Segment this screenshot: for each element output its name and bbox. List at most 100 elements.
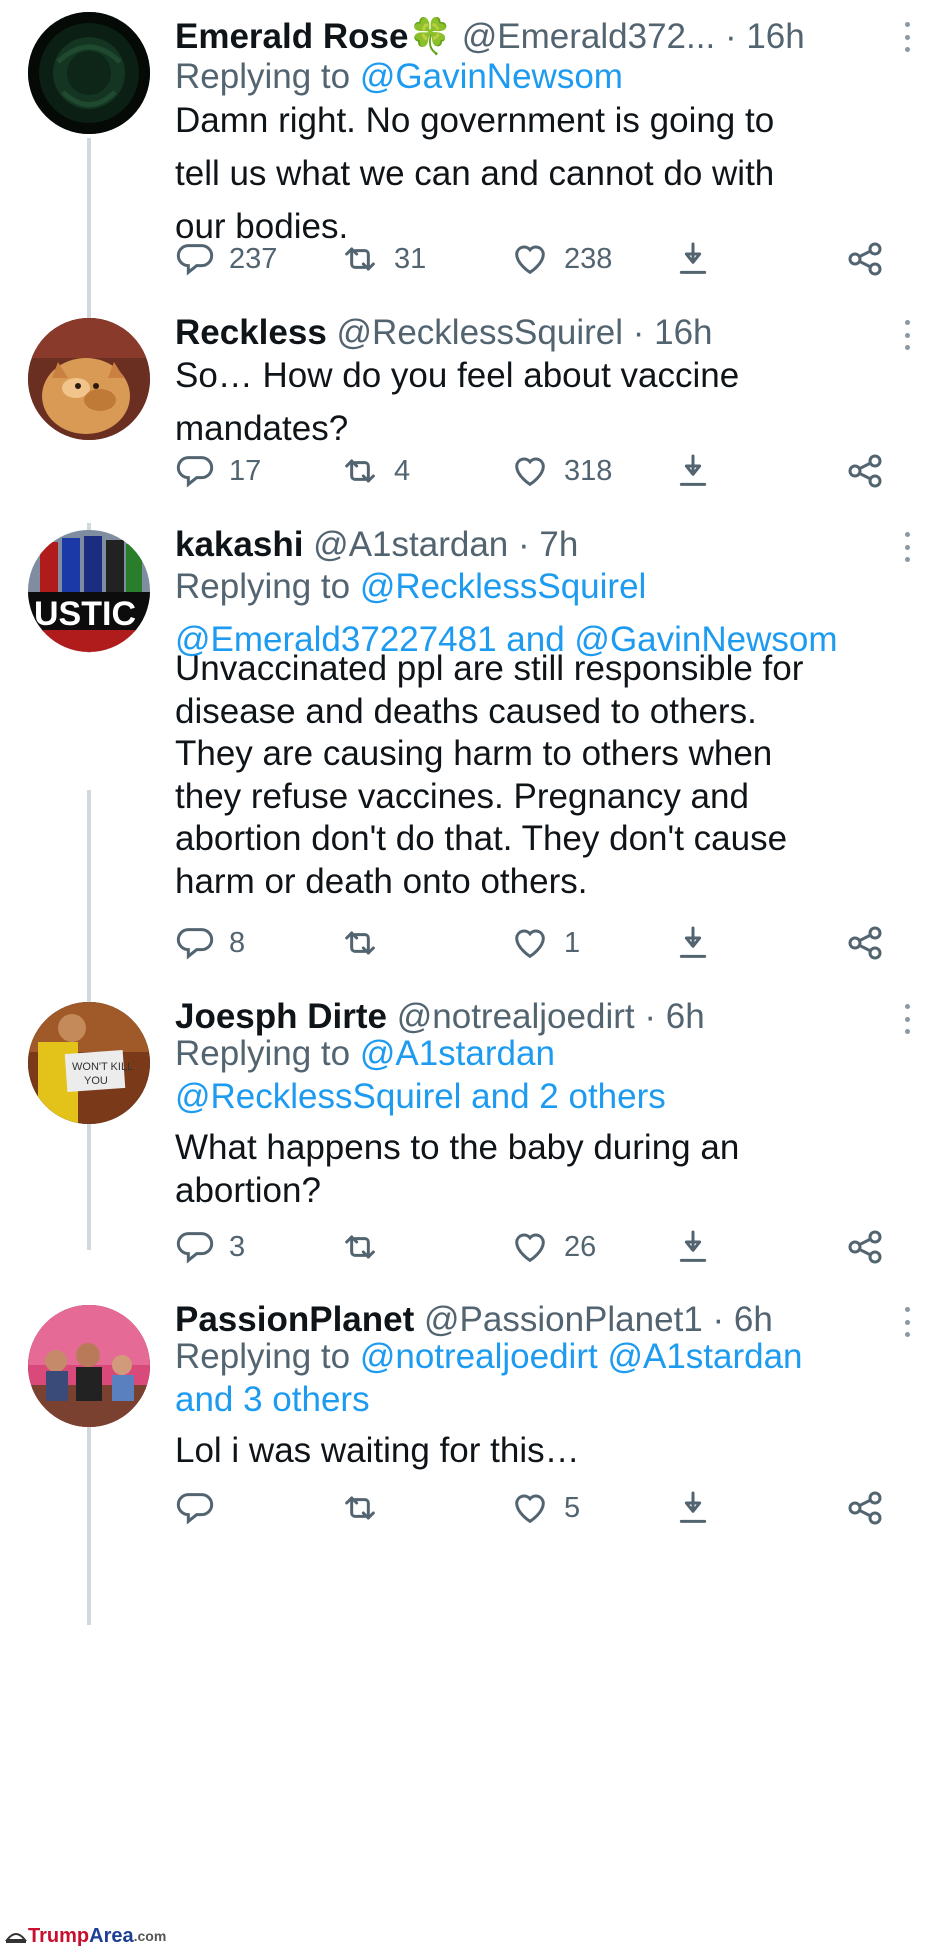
like-count: 238 xyxy=(564,242,613,275)
download-icon xyxy=(673,1227,727,1267)
share-icon xyxy=(845,1227,899,1267)
mention-link[interactable]: @GavinNewsom xyxy=(360,57,623,96)
display-name[interactable]: PassionPlanet xyxy=(175,1300,414,1339)
display-name[interactable]: Reckless xyxy=(175,313,327,352)
like-count: 5 xyxy=(564,1491,581,1524)
more-options-icon[interactable] xyxy=(902,1004,912,1034)
separator-dot: · xyxy=(518,525,530,564)
replying-to-label: Replying to xyxy=(175,1337,351,1376)
retweet-button[interactable]: 4 xyxy=(340,446,410,496)
reply-count: 237 xyxy=(229,242,278,275)
retweet-button[interactable]: 31 xyxy=(340,234,426,284)
timestamp[interactable]: 6h xyxy=(666,997,705,1036)
reply-button[interactable]: 8 xyxy=(175,918,245,968)
separator-dot: · xyxy=(644,997,656,1036)
retweet-button[interactable] xyxy=(340,1222,394,1272)
like-button[interactable]: 26 xyxy=(510,1222,596,1272)
like-button[interactable]: 318 xyxy=(510,446,612,496)
mention-link[interactable]: @A1stardan xyxy=(360,1034,555,1073)
like-button[interactable]: 5 xyxy=(510,1483,580,1533)
download-button[interactable] xyxy=(673,918,727,968)
replying-to: Replying to @notrealjoedirt @A1stardan a… xyxy=(175,1335,915,1421)
share-button[interactable] xyxy=(845,1483,899,1533)
tweet-text-line: So… How do you feel about vaccine xyxy=(175,356,740,395)
avatar[interactable]: USTIC xyxy=(28,530,150,652)
like-count: 318 xyxy=(564,454,613,487)
mention-link[interactable]: @RecklessSquirel xyxy=(360,567,646,606)
retweet-button[interactable] xyxy=(340,1483,394,1533)
replying-to: Replying to @A1stardan @RecklessSquirel … xyxy=(175,1032,915,1118)
more-options-icon[interactable] xyxy=(902,532,912,562)
retweet-icon xyxy=(340,1488,394,1528)
tweet-text-line: Unvaccinated ppl are still responsible f… xyxy=(175,649,804,688)
logo-text-2: Area xyxy=(89,1924,134,1947)
avatar[interactable] xyxy=(28,12,150,134)
reply-button[interactable]: 17 xyxy=(175,446,261,496)
share-button[interactable] xyxy=(845,234,899,284)
retweet-icon xyxy=(340,1227,394,1267)
avatar[interactable]: WON'T KILL YOU xyxy=(28,1002,150,1124)
svg-text:WON'T KILL: WON'T KILL xyxy=(72,1061,133,1073)
retweet-count: 31 xyxy=(394,242,427,275)
display-name[interactable]: Joesph Dirte xyxy=(175,997,387,1036)
retweet-button[interactable] xyxy=(340,918,394,968)
timestamp[interactable]: 6h xyxy=(734,1300,773,1339)
timestamp[interactable]: 7h xyxy=(539,525,578,564)
share-icon xyxy=(845,1488,899,1528)
mention-link[interactable]: @notrealjoedirt @A1stardan xyxy=(360,1337,803,1376)
user-handle[interactable]: @notrealjoedirt xyxy=(397,997,635,1036)
reply-button[interactable] xyxy=(175,1483,229,1533)
avatar[interactable] xyxy=(28,318,150,440)
like-button[interactable]: 238 xyxy=(510,234,612,284)
download-button[interactable] xyxy=(673,1222,727,1272)
reply-icon xyxy=(175,239,229,279)
download-icon xyxy=(673,239,727,279)
share-button[interactable] xyxy=(845,446,899,496)
more-options-icon[interactable] xyxy=(902,1307,912,1337)
avatar[interactable] xyxy=(28,1305,150,1427)
reply-count: 3 xyxy=(229,1230,246,1263)
tweet-text-line: Lol i was waiting for this… xyxy=(175,1431,580,1470)
reply-icon xyxy=(175,1488,229,1528)
separator-dot: · xyxy=(712,1300,725,1339)
tweet-text-line: they refuse vaccines. Pregnancy and xyxy=(175,776,749,816)
replying-to-label: Replying to xyxy=(175,567,351,606)
mention-link[interactable]: @RecklessSquirel and 2 others xyxy=(175,1075,915,1118)
logo-text-1: Trump xyxy=(28,1924,90,1947)
like-button[interactable]: 1 xyxy=(510,918,580,968)
download-button[interactable] xyxy=(673,1483,727,1533)
tweet-text-line: Damn right. No government is going to xyxy=(175,101,775,140)
like-count: 1 xyxy=(564,926,581,959)
tweet-text-line: abortion? xyxy=(175,1171,321,1210)
user-handle[interactable]: @A1stardan xyxy=(313,525,508,564)
svg-text:YOU: YOU xyxy=(84,1075,108,1087)
share-button[interactable] xyxy=(845,1222,899,1272)
tweet-text-line: abortion don't do that. They don't cause xyxy=(175,819,788,858)
tweet-text: Damn right. No government is going to te… xyxy=(175,94,915,253)
share-button[interactable] xyxy=(845,918,899,968)
like-icon xyxy=(510,1488,564,1528)
hat-icon xyxy=(4,1933,28,1943)
more-options-icon[interactable] xyxy=(902,320,912,350)
download-icon xyxy=(673,1488,727,1528)
separator-dot: · xyxy=(632,313,645,352)
timestamp[interactable]: 16h xyxy=(654,313,712,352)
site-logo: Trump Area .com xyxy=(4,1924,166,1948)
share-icon xyxy=(845,923,899,963)
reply-button[interactable]: 237 xyxy=(175,234,277,284)
svg-text:USTIC: USTIC xyxy=(34,595,136,633)
more-options-icon[interactable] xyxy=(902,22,912,52)
download-icon xyxy=(673,451,727,491)
like-icon xyxy=(510,239,564,279)
download-button[interactable] xyxy=(673,234,727,284)
display-name[interactable]: kakashi xyxy=(175,525,303,564)
reply-icon xyxy=(175,1227,229,1267)
user-handle[interactable]: @RecklessSquirel xyxy=(337,313,623,352)
mention-link[interactable]: and 3 others xyxy=(175,1378,915,1421)
like-icon xyxy=(510,1227,564,1267)
download-button[interactable] xyxy=(673,446,727,496)
tweet-text: Unvaccinated ppl are still responsible f… xyxy=(175,648,915,903)
reply-button[interactable]: 3 xyxy=(175,1222,245,1272)
tweet-text-line: disease and deaths caused to others. xyxy=(175,691,757,731)
user-handle[interactable]: @PassionPlanet1 xyxy=(424,1300,703,1339)
